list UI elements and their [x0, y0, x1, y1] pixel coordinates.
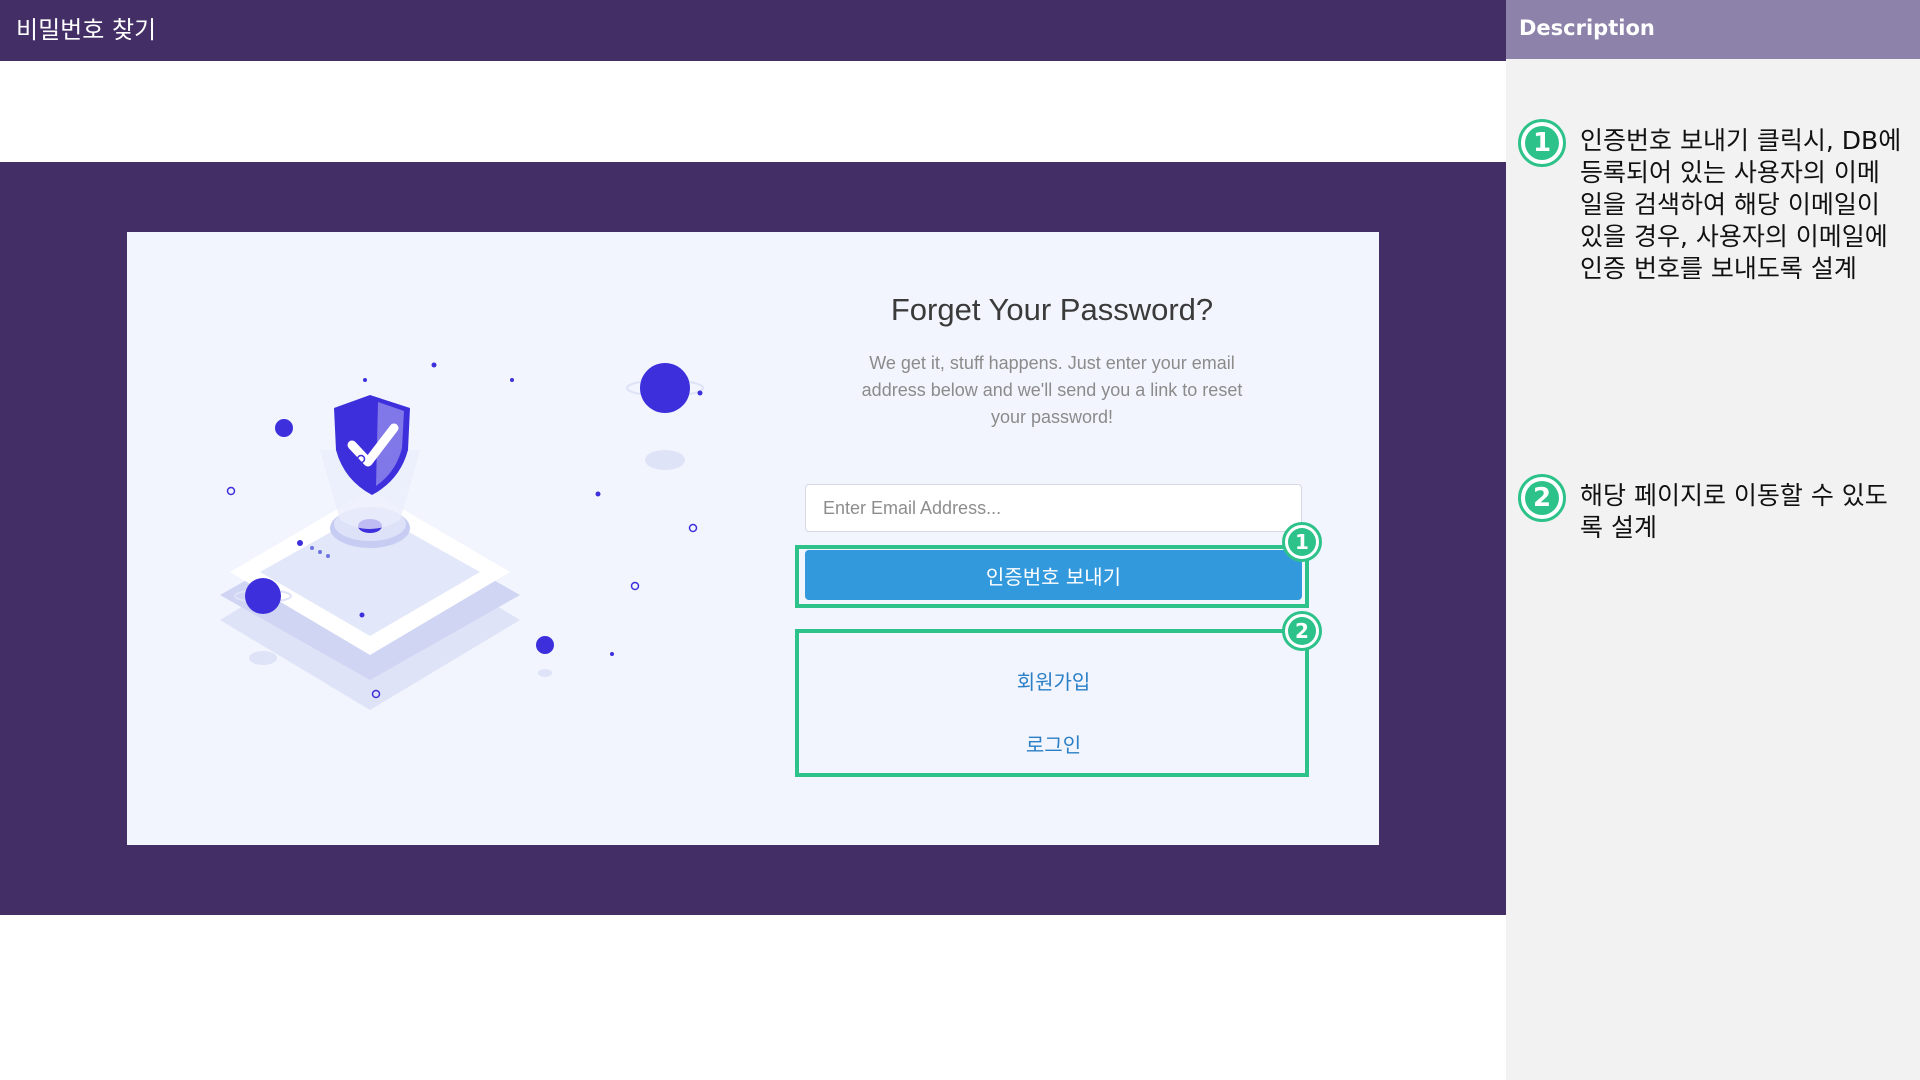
annotation-marker-2: 2 [1282, 611, 1322, 651]
description-title: Description [1519, 16, 1655, 40]
email-input[interactable] [805, 484, 1302, 532]
sparkle-ring [630, 581, 640, 591]
form-subtitle: We get it, stuff happens. Just enter you… [861, 353, 1243, 427]
sphere-medium [245, 578, 281, 614]
description-text: 해당 페이지로 이동할 수 있도록 설계 [1580, 481, 1888, 542]
sparkle-dot [359, 612, 365, 618]
sparkle-dot [510, 378, 514, 382]
sphere-shadow [249, 651, 277, 665]
sphere-large [640, 363, 690, 413]
form-title: Forget Your Password? [890, 292, 1214, 327]
sphere-tiny [536, 636, 554, 654]
page-title: 비밀번호 찾기 [16, 16, 157, 44]
security-illustration [220, 362, 704, 710]
sparkle-dot [610, 652, 614, 656]
annotation-box-1 [795, 545, 1309, 608]
annotation-box-2 [795, 629, 1309, 777]
platform-dot [326, 554, 330, 558]
annotation-marker-1: 1 [1282, 522, 1322, 562]
sparkle-dot [595, 491, 601, 497]
sphere-shadow [538, 669, 552, 677]
sparkle-dot [431, 362, 437, 368]
description-text: 인증번호 보내기 클릭시, DB에 등록되어 있는 사용자의 이메일을 검색하여… [1580, 126, 1902, 283]
description-item-2: 2 해당 페이지로 이동할 수 있도록 설계 [1518, 474, 1908, 564]
top-bar: 비밀번호 찾기 [0, 0, 1506, 61]
description-number-badge: 1 [1518, 119, 1566, 167]
platform-dot [310, 546, 314, 550]
description-header: Description [1506, 0, 1920, 59]
platform-dot [297, 540, 303, 546]
description-panel: Description 1 인증번호 보내기 클릭시, DB에 등록되어 있는 … [1506, 0, 1920, 1080]
sphere-small [275, 419, 293, 437]
sparkle-ring [226, 486, 236, 496]
platform-dot [318, 550, 322, 554]
sphere-shadow [645, 450, 685, 470]
sparkle-dot [363, 378, 367, 382]
sparkle-dot [697, 390, 703, 396]
description-item-1: 1 인증번호 보내기 클릭시, DB에 등록되어 있는 사용자의 이메일을 검색… [1518, 119, 1908, 319]
description-number-badge: 2 [1518, 474, 1566, 522]
sparkle-ring [688, 523, 698, 533]
